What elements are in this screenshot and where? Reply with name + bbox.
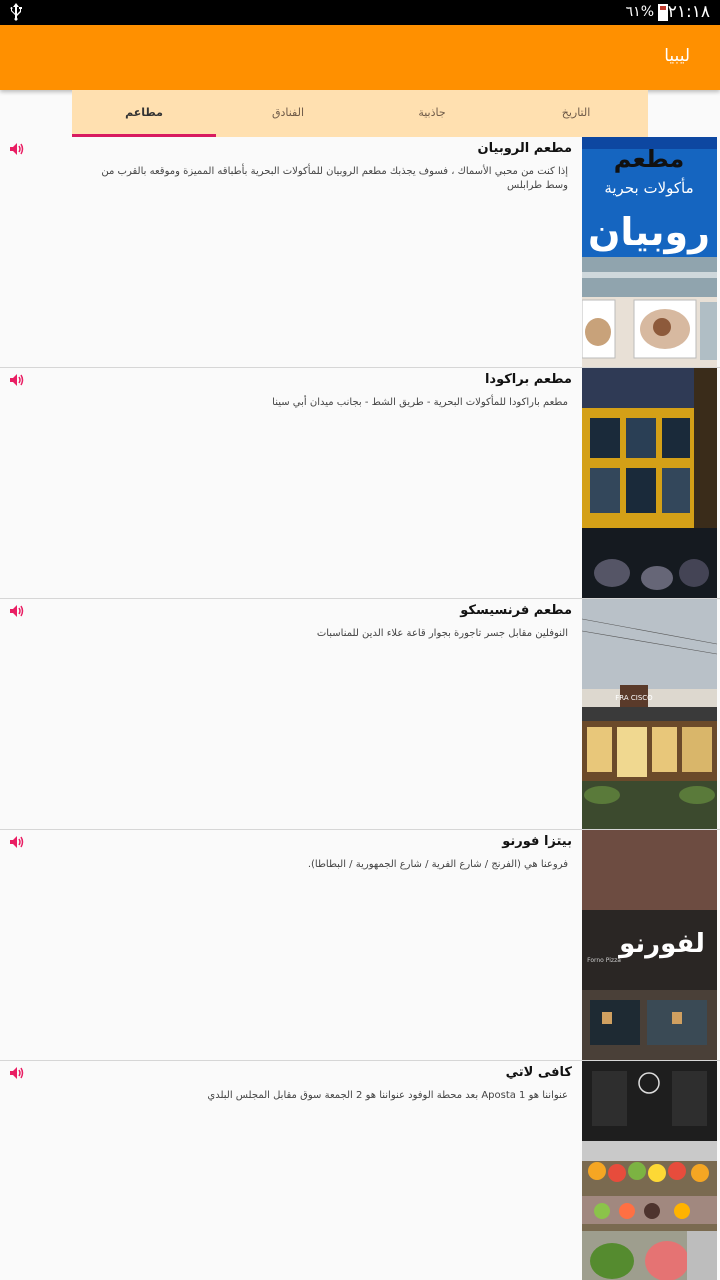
svg-text:مأكولات بحرية: مأكولات بحرية (604, 177, 693, 197)
clock: ٢١:١٨ (667, 2, 710, 22)
speaker-icon[interactable] (10, 1067, 24, 1079)
battery-percentage: ٦١% (625, 4, 654, 20)
list-item[interactable]: مطعم مأكولات بحرية روبيان مطعم الروبيان … (0, 137, 720, 368)
speaker-icon[interactable] (10, 605, 24, 617)
svg-text:روبيان: روبيان (588, 210, 710, 255)
restaurant-name: بيتزا فورنو (502, 834, 572, 849)
page-title: ليبيا (664, 46, 690, 66)
battery-icon (658, 4, 668, 21)
app-bar: ليبيا (0, 25, 720, 90)
restaurant-photo: لفورنو Forno Pizza (582, 830, 717, 1060)
restaurant-photo: FRA CISCO (582, 599, 717, 829)
tab-history[interactable]: التاريخ (504, 90, 648, 137)
status-bar: ٦١% ٢١:١٨ (0, 0, 720, 25)
restaurant-name: مطعم براكودا (484, 372, 572, 387)
list-item[interactable]: لفورنو Forno Pizza بيتزا فورنو فروعنا هي… (0, 830, 720, 1061)
tab-attractions[interactable]: جاذبية (360, 90, 504, 137)
tab-restaurants[interactable]: مطاعم (72, 90, 216, 137)
speaker-icon[interactable] (10, 374, 24, 386)
restaurant-photo (582, 1061, 717, 1280)
restaurant-name: مطعم فرنسيسكو (460, 603, 572, 618)
restaurant-photo: مطعم مأكولات بحرية روبيان (582, 137, 717, 367)
list-item[interactable]: FRA CISCO مطعم فرنسيسكو النوفلين مقابل ج… (0, 599, 720, 830)
restaurant-name: كافى لاتي (505, 1065, 572, 1080)
svg-text:FRA CISCO: FRA CISCO (615, 694, 653, 702)
tab-hotels[interactable]: الفنادق (216, 90, 360, 137)
restaurant-description: عنواننا هو Aposta 1 بعد محطة الوفود عنوا… (207, 1090, 568, 1101)
restaurant-name: مطعم الروبيان (477, 141, 572, 156)
list-item[interactable]: مطعم براكودا مطعم باراكودا للمأكولات الب… (0, 368, 720, 599)
speaker-icon[interactable] (10, 836, 24, 848)
svg-text:لفورنو: لفورنو (617, 929, 705, 959)
restaurant-description: مطعم باراكودا للمأكولات البحرية - طريق ا… (272, 397, 568, 408)
svg-text:مطعم: مطعم (614, 145, 685, 173)
svg-text:Forno Pizza: Forno Pizza (587, 957, 621, 964)
tab-bar: مطاعم الفنادق جاذبية التاريخ (72, 90, 648, 137)
restaurant-list: مطعم مأكولات بحرية روبيان مطعم الروبيان … (0, 137, 720, 1280)
speaker-icon[interactable] (10, 143, 24, 155)
usb-icon (10, 3, 22, 21)
restaurant-photo (582, 368, 717, 598)
list-item[interactable]: كافى لاتي عنواننا هو Aposta 1 بعد محطة ا… (0, 1061, 720, 1280)
restaurant-description: النوفلين مقابل جسر تاجورة بجوار قاعة علا… (316, 628, 568, 639)
restaurant-description: إذا كنت من محبي الأسماك ، فسوف يجذبك مطع… (101, 166, 568, 191)
restaurant-description: فروعنا هي (الفرنج / شارع الفرية / شارع ا… (307, 859, 568, 870)
